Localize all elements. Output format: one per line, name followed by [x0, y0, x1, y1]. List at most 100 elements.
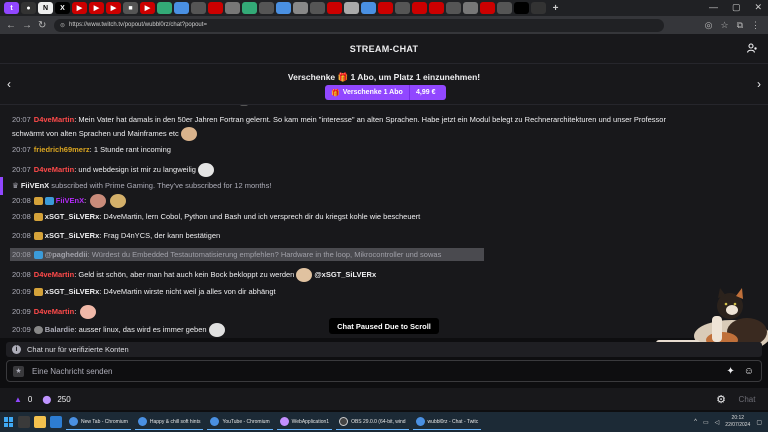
sub-badge-icon	[33, 197, 43, 205]
tab-bookmark[interactable]: ■	[123, 2, 138, 14]
bookmark-star-icon[interactable]: ☆	[720, 20, 728, 31]
chat-input-placeholder: Eine Nachricht senden	[32, 366, 113, 376]
back-icon[interactable]: ←	[6, 20, 16, 31]
notification-icon[interactable]: ▢	[756, 419, 762, 426]
tab-video[interactable]: ▶	[140, 2, 155, 14]
chat-paused-button[interactable]: Chat Paused Due to Scroll	[329, 318, 439, 334]
tab-misc[interactable]	[225, 2, 240, 14]
tab-misc[interactable]	[412, 2, 427, 14]
windows-taskbar: New Tab - Chromium Happy & chill soft hi…	[0, 412, 768, 432]
volume-icon[interactable]: ◁	[715, 419, 720, 426]
chat-username[interactable]: xSGT_SiLVERx	[45, 287, 99, 296]
file-explorer-icon[interactable]	[34, 416, 46, 428]
chat-username[interactable]: FiiVEnX	[21, 181, 49, 190]
chevron-up-icon[interactable]: ^	[694, 419, 697, 425]
tab-github[interactable]: ●	[21, 2, 36, 14]
clock[interactable]: 20:12 22/07/2024	[725, 415, 750, 429]
chat-username[interactable]: FiiVEnX	[56, 196, 84, 205]
channel-points-icon[interactable]: ⬤	[42, 395, 51, 404]
chat-username[interactable]: @pagheddii	[45, 250, 88, 259]
tab-misc[interactable]	[361, 2, 376, 14]
chat-message: 20:09 D4veMartin:	[12, 305, 98, 319]
taskbar-app[interactable]: Happy & chill soft hints	[134, 414, 204, 430]
tab-misc[interactable]	[480, 2, 495, 14]
tab-video[interactable]: ▶	[106, 2, 121, 14]
tab-misc[interactable]	[208, 2, 223, 14]
emote-icon	[110, 194, 127, 208]
taskbar-app[interactable]: OBS 29.0.0 (64-bit, wind	[336, 414, 409, 430]
community-users-icon[interactable]	[746, 43, 758, 56]
bits-icon[interactable]: ▲	[14, 395, 22, 404]
tab-video[interactable]: ▶	[72, 2, 87, 14]
tab-misc[interactable]	[276, 2, 291, 14]
extensions-icon[interactable]: ⧉	[737, 20, 743, 31]
tab-misc[interactable]	[157, 2, 172, 14]
chat-username[interactable]: friedrich69merz	[34, 145, 90, 154]
tab-misc[interactable]	[327, 2, 342, 14]
close-icon[interactable]: ✕	[754, 2, 762, 13]
tab-misc[interactable]	[531, 2, 546, 14]
tab-misc[interactable]	[344, 2, 359, 14]
send-chat-button[interactable]: Chat	[732, 392, 762, 406]
chat-username[interactable]: D4veMartin	[34, 270, 74, 279]
mention[interactable]: @xSGT_SiLVERx	[314, 270, 376, 279]
tab-misc[interactable]	[259, 2, 274, 14]
chat-username[interactable]: D4veMartin	[34, 115, 74, 124]
chat-username[interactable]: Balardie	[45, 325, 75, 334]
tab-misc[interactable]	[378, 2, 393, 14]
url-field[interactable]: ⊜ https://www.twitch.tv/popout/wubbl0rz/…	[54, 18, 664, 32]
tab-misc[interactable]	[497, 2, 512, 14]
chat-message: 20:09 Balardie: ausser linux, das wird es…	[12, 323, 227, 337]
tab-misc[interactable]	[191, 2, 206, 14]
gift-count: 1	[350, 72, 356, 82]
tab-misc[interactable]	[463, 2, 478, 14]
reload-icon[interactable]: ↻	[38, 20, 46, 31]
tab-misc[interactable]	[429, 2, 444, 14]
taskbar-app[interactable]: New Tab - Chromium	[66, 414, 131, 430]
chat-message: 20:07 D4veMartin: Mein Vater hat damals i…	[12, 115, 666, 124]
chat-username[interactable]: D4veMartin	[34, 165, 74, 174]
tab-x[interactable]: X	[55, 2, 70, 14]
tab-misc[interactable]	[310, 2, 325, 14]
chat-message: 20:08 FiiVEnX:	[12, 194, 128, 208]
tab-misc[interactable]	[514, 2, 529, 14]
tab-video[interactable]: ▶	[89, 2, 104, 14]
search-icon[interactable]	[18, 416, 30, 428]
browser-toolbar-icons: ◎ ☆ ⧉ ⋮	[705, 20, 760, 31]
site-info-icon[interactable]: ⊜	[60, 22, 65, 29]
windows-start-icon[interactable]	[4, 417, 14, 427]
chat-username[interactable]: D4veMartin	[34, 307, 74, 316]
taskbar-app[interactable]: WebApplication1	[276, 414, 333, 430]
tab-misc[interactable]	[395, 2, 410, 14]
chat-header: STREAM-CHAT	[0, 34, 768, 64]
chat-input[interactable]: ★ Eine Nachricht senden ✦ ☺	[6, 360, 762, 382]
chat-username[interactable]: xSGT_SiLVERx	[45, 212, 99, 221]
verified-only-notice: i Chat nur für verifizierte Konten	[6, 342, 762, 357]
tab-notion[interactable]: N	[38, 2, 53, 14]
taskbar-app[interactable]: wubbl0rz - Chat - Twitc	[412, 414, 482, 430]
maximize-icon[interactable]: ▢	[732, 2, 741, 13]
taskbar-app[interactable]: YouTube - Chromium	[207, 414, 273, 430]
tab-misc[interactable]	[293, 2, 308, 14]
new-tab-button[interactable]: +	[548, 2, 563, 14]
chat-username[interactable]: xSGT_SiLVERx	[45, 231, 99, 240]
chat-identity-icon[interactable]: ★	[13, 365, 24, 377]
settings-gear-icon[interactable]: ⚙	[716, 393, 726, 406]
menu-icon[interactable]: ⋮	[751, 20, 760, 31]
tab-twitch[interactable]: t	[4, 2, 19, 14]
store-icon[interactable]	[50, 416, 62, 428]
emote-icon	[208, 323, 225, 337]
gift-icon: 🎁	[331, 89, 340, 97]
tab-misc[interactable]	[242, 2, 257, 14]
gift-sub-button[interactable]: 🎁 Verschenke 1 Abo 4,99 €	[325, 85, 446, 100]
forward-icon[interactable]: →	[22, 20, 32, 31]
translate-icon[interactable]: ◎	[705, 20, 713, 31]
emote-picker-icon[interactable]: ☺	[744, 366, 754, 377]
scroll-indicator	[240, 105, 248, 106]
bits-cheer-icon[interactable]: ✦	[726, 366, 734, 377]
network-icon[interactable]: ▭	[703, 419, 709, 426]
url-text: https://www.twitch.tv/popout/wubbl0rz/ch…	[69, 22, 207, 28]
minimize-icon[interactable]: —	[709, 2, 718, 13]
tab-misc[interactable]	[174, 2, 189, 14]
tab-misc[interactable]	[446, 2, 461, 14]
